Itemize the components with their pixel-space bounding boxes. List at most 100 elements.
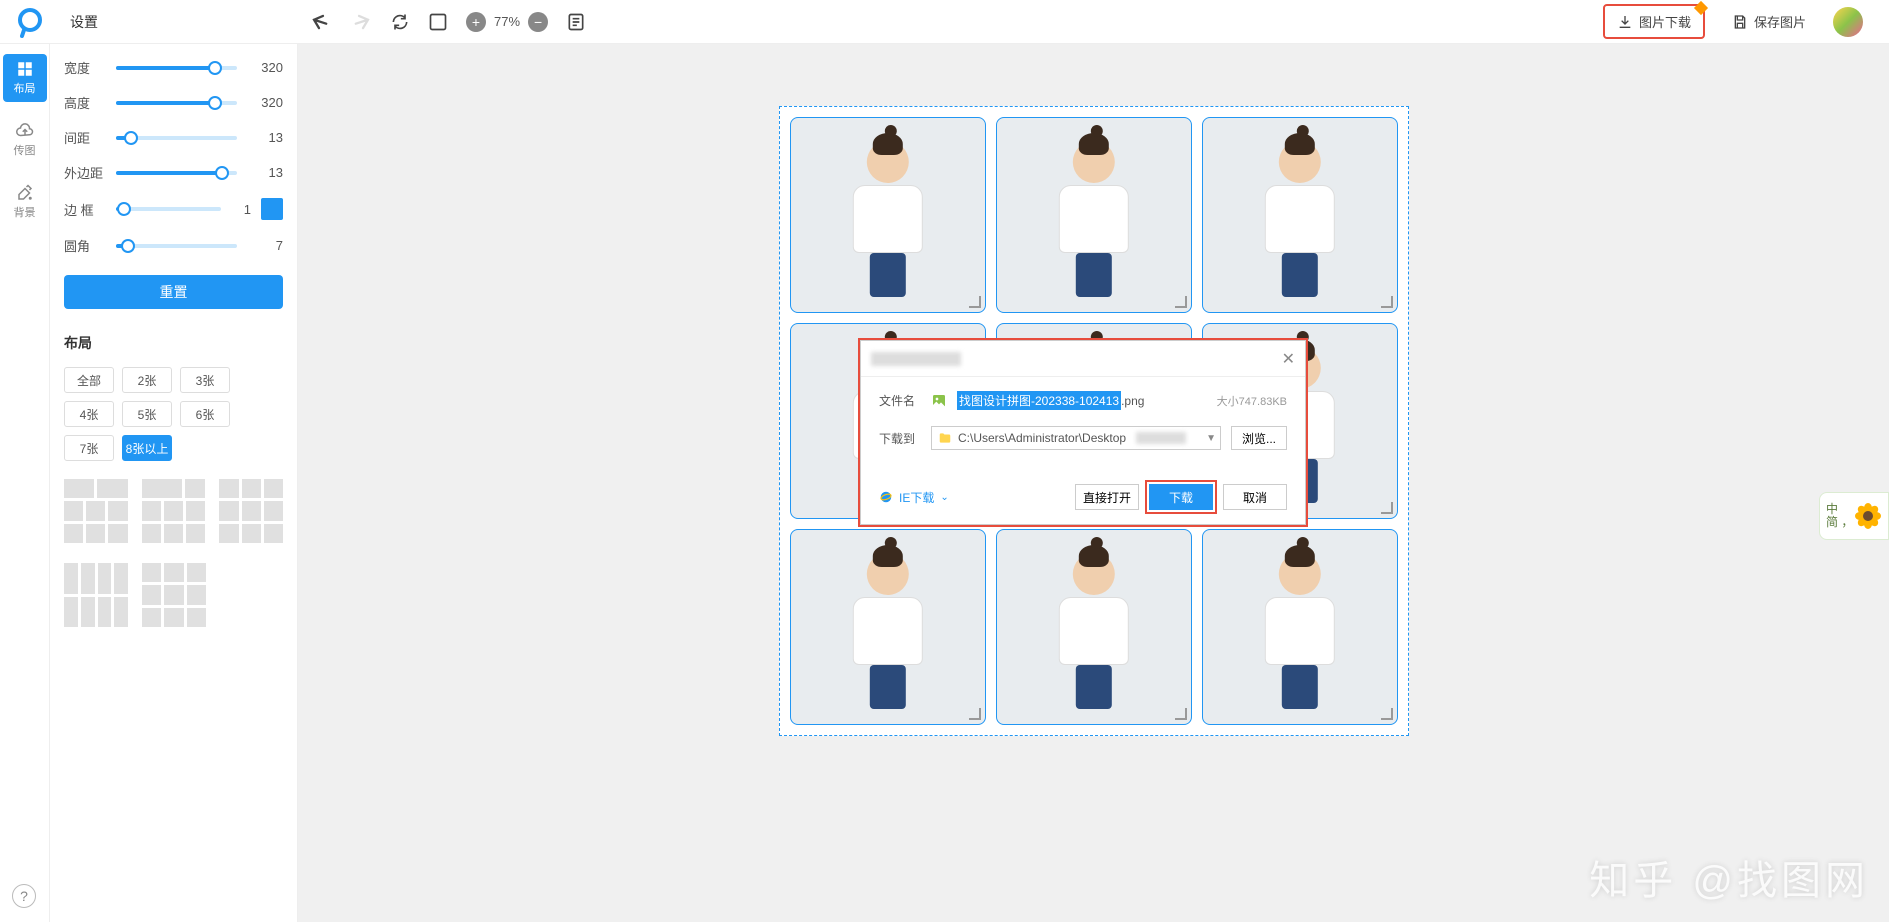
- app-header: 设置 + 77% − 图片下载 保存图片: [0, 0, 1889, 44]
- height-slider[interactable]: [116, 101, 237, 105]
- download-image-button[interactable]: 图片下载: [1603, 4, 1705, 39]
- slider-margin: 外边距 13: [64, 163, 283, 182]
- nav-upload[interactable]: 传图: [3, 116, 47, 164]
- chevron-down-icon[interactable]: ▼: [1206, 433, 1216, 444]
- radius-slider[interactable]: [116, 244, 237, 248]
- photo-cell[interactable]: [996, 529, 1192, 725]
- photo-cell[interactable]: [996, 117, 1192, 313]
- nav-layout[interactable]: 布局: [3, 54, 47, 102]
- layout-section-title: 布局: [64, 333, 283, 353]
- count-5[interactable]: 5张: [122, 401, 172, 427]
- radius-label: 圆角: [64, 236, 106, 255]
- settings-title: 设置: [70, 12, 290, 32]
- settings-panel: 宽度 320 高度 320 间距 13 外边距 13 边 框 1 圆角: [50, 44, 298, 922]
- gap-slider[interactable]: [116, 136, 237, 140]
- template-4[interactable]: [64, 563, 128, 627]
- float-widget[interactable]: 中简 ，: [1819, 492, 1889, 540]
- dialog-footer: IE下载 ⌄ 直接打开 下载 取消: [861, 476, 1305, 524]
- browse-button[interactable]: 浏览...: [1231, 426, 1287, 450]
- saveto-row: 下载到 C:\Users\Administrator\Desktop ▼ 浏览.…: [879, 426, 1287, 450]
- dialog-titlebar: ✕: [861, 341, 1305, 377]
- sunflower-icon: [1857, 505, 1879, 527]
- count-all[interactable]: 全部: [64, 367, 114, 393]
- photo-cell[interactable]: [1202, 117, 1398, 313]
- width-value: 320: [247, 60, 283, 75]
- margin-slider[interactable]: [116, 171, 237, 175]
- margin-value: 13: [247, 165, 283, 180]
- zoom-value: 77%: [494, 14, 520, 29]
- grid-icon: [16, 60, 34, 78]
- canvas[interactable]: ✕ 文件名 找图设计拼图-202338-102413.png 大小747.83K…: [298, 44, 1889, 922]
- download-dialog: ✕ 文件名 找图设计拼图-202338-102413.png 大小747.83K…: [858, 338, 1308, 527]
- dialog-title-blurred: [871, 352, 961, 366]
- cloud-upload-icon: [16, 122, 34, 140]
- save-image-button[interactable]: 保存图片: [1719, 5, 1819, 38]
- path-blurred: [1136, 432, 1186, 444]
- filename-row: 文件名 找图设计拼图-202338-102413.png 大小747.83KB: [879, 391, 1287, 410]
- height-value: 320: [247, 95, 283, 110]
- ie-download-link[interactable]: IE下载 ⌄: [879, 489, 949, 506]
- new-badge-icon: [1694, 1, 1708, 15]
- photo-cell[interactable]: [790, 529, 986, 725]
- download-label: 图片下载: [1639, 12, 1691, 31]
- zoom-out-button[interactable]: −: [528, 12, 548, 32]
- folder-icon: [938, 431, 952, 445]
- user-avatar[interactable]: [1833, 7, 1863, 37]
- save-label: 保存图片: [1754, 12, 1806, 31]
- gap-value: 13: [247, 130, 283, 145]
- left-nav: 布局 传图 背景 ?: [0, 44, 50, 922]
- path-value: C:\Users\Administrator\Desktop: [958, 431, 1126, 445]
- zoom-controls: + 77% −: [466, 12, 548, 32]
- count-7[interactable]: 7张: [64, 435, 114, 461]
- template-1[interactable]: [64, 479, 128, 543]
- filename-value: 找图设计拼图-202338-102413.png: [957, 391, 1144, 410]
- refresh-icon[interactable]: [390, 12, 410, 32]
- height-label: 高度: [64, 93, 106, 112]
- redo-icon[interactable]: [350, 11, 372, 33]
- layout-templates: [64, 479, 283, 627]
- template-3[interactable]: [219, 479, 283, 543]
- undo-icon[interactable]: [310, 11, 332, 33]
- filesize-label: 大小747.83KB: [1217, 393, 1287, 409]
- reset-button[interactable]: 重置: [64, 275, 283, 309]
- close-icon[interactable]: ✕: [1282, 349, 1295, 369]
- count-3[interactable]: 3张: [180, 367, 230, 393]
- zoom-in-button[interactable]: +: [466, 12, 486, 32]
- open-direct-button[interactable]: 直接打开: [1075, 484, 1139, 510]
- border-slider[interactable]: [116, 207, 221, 211]
- path-input[interactable]: C:\Users\Administrator\Desktop ▼: [931, 426, 1221, 450]
- count-8plus[interactable]: 8张以上: [122, 435, 172, 461]
- notes-icon[interactable]: [566, 12, 586, 32]
- photo-cell[interactable]: [790, 117, 986, 313]
- count-4[interactable]: 4张: [64, 401, 114, 427]
- cancel-button[interactable]: 取消: [1223, 484, 1287, 510]
- fit-screen-icon[interactable]: [428, 12, 448, 32]
- ie-label: IE下载: [899, 489, 934, 506]
- count-buttons: 全部 2张 3张 4张 5张 6张 7张 8张以上: [64, 367, 283, 461]
- ie-icon: [879, 490, 893, 504]
- filename-selected: 找图设计拼图-202338-102413: [957, 391, 1121, 410]
- count-2[interactable]: 2张: [122, 367, 172, 393]
- slider-gap: 间距 13: [64, 128, 283, 147]
- save-icon: [1732, 14, 1748, 30]
- saveto-label: 下载到: [879, 430, 921, 447]
- download-button[interactable]: 下载: [1149, 484, 1213, 510]
- template-2[interactable]: [142, 479, 206, 543]
- width-slider[interactable]: [116, 66, 237, 70]
- count-6[interactable]: 6张: [180, 401, 230, 427]
- app-logo[interactable]: [8, 0, 52, 44]
- slider-height: 高度 320: [64, 93, 283, 112]
- float-text: 中简 ，: [1826, 503, 1853, 529]
- template-5[interactable]: [142, 563, 206, 627]
- image-file-icon: [931, 393, 947, 409]
- margin-label: 外边距: [64, 163, 106, 182]
- help-button[interactable]: ?: [12, 884, 36, 908]
- chevron-down-icon: ⌄: [940, 492, 948, 503]
- slider-border: 边 框 1: [64, 198, 283, 220]
- border-color-swatch[interactable]: [261, 198, 283, 220]
- paint-icon: [16, 184, 34, 202]
- photo-cell[interactable]: [1202, 529, 1398, 725]
- nav-background[interactable]: 背景: [3, 178, 47, 226]
- width-label: 宽度: [64, 58, 106, 77]
- download-icon: [1617, 14, 1633, 30]
